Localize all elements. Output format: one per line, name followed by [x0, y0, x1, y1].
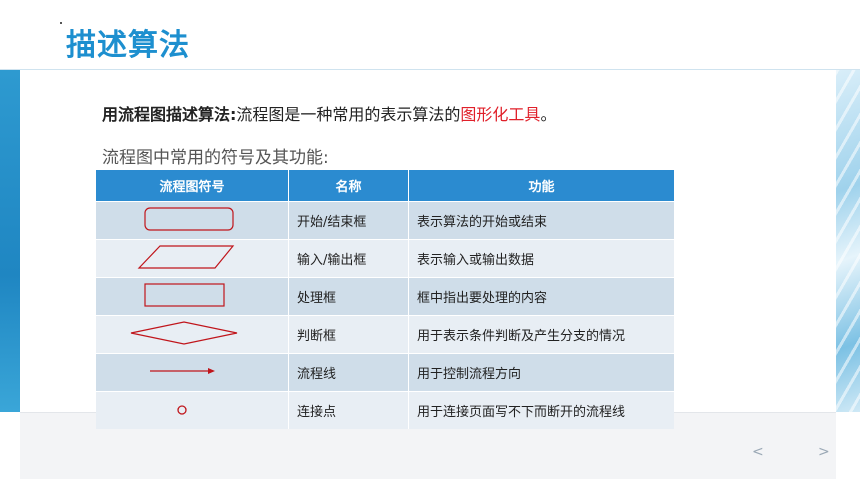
symbol-name: 流程线 — [288, 353, 409, 392]
intro-highlight: 图形化工具 — [460, 105, 541, 124]
process-rectangle-icon — [144, 283, 225, 307]
symbol-function: 框中指出要处理的内容 — [408, 277, 674, 316]
intro-text: 用流程图描述算法:流程图是一种常用的表示算法的图形化工具。 — [102, 101, 556, 125]
header-function: 功能 — [408, 170, 674, 202]
terminal-rounded-rect-icon — [144, 207, 234, 231]
right-decor-band — [836, 70, 860, 412]
header-divider — [0, 69, 860, 70]
decision-diamond-icon — [130, 321, 238, 345]
flowchart-symbol-table: 流程图符号 名称 功能 开始/结束框 表示算法的开始或结束 输入/输出框 表示输… — [96, 170, 674, 429]
symbol-cell — [96, 391, 289, 429]
table-row: 处理框 框中指出要处理的内容 — [96, 277, 674, 316]
intro-normal: 流程图是一种常用的表示算法的 — [236, 105, 461, 124]
header-name: 名称 — [288, 170, 409, 202]
prev-slide-icon[interactable]: < — [752, 444, 764, 460]
table-header-row: 流程图符号 名称 功能 — [96, 170, 674, 202]
header-symbol: 流程图符号 — [96, 170, 289, 202]
symbol-cell — [96, 239, 289, 278]
symbol-function: 用于连接页面写不下而断开的流程线 — [408, 391, 674, 429]
symbol-function: 用于表示条件判断及产生分支的情况 — [408, 315, 674, 354]
symbol-function: 表示输入或输出数据 — [408, 239, 674, 278]
title-mark — [60, 22, 62, 24]
symbol-name: 连接点 — [288, 391, 409, 429]
intro-end: 。 — [540, 105, 557, 124]
io-parallelogram-icon — [137, 245, 235, 269]
next-slide-icon[interactable]: > — [818, 444, 830, 460]
symbol-name: 处理框 — [288, 277, 409, 316]
symbol-function: 表示算法的开始或结束 — [408, 201, 674, 240]
table-row: 连接点 用于连接页面写不下而断开的流程线 — [96, 391, 674, 429]
symbol-function: 用于控制流程方向 — [408, 353, 674, 392]
table-row: 输入/输出框 表示输入或输出数据 — [96, 239, 674, 278]
table-caption: 流程图中常用的符号及其功能: — [102, 148, 329, 168]
table-row: 判断框 用于表示条件判断及产生分支的情况 — [96, 315, 674, 354]
symbol-cell — [96, 277, 289, 316]
flow-arrow-icon — [150, 368, 215, 374]
symbol-cell — [96, 201, 289, 240]
symbol-name: 输入/输出框 — [288, 239, 409, 278]
symbol-name: 开始/结束框 — [288, 201, 409, 240]
symbol-name: 判断框 — [288, 315, 409, 354]
symbol-cell — [96, 315, 289, 354]
connector-circle-icon — [177, 405, 187, 415]
table-row: 开始/结束框 表示算法的开始或结束 — [96, 201, 674, 240]
page-title: 描述算法 — [66, 28, 190, 63]
intro-bold: 用流程图描述算法: — [102, 105, 237, 124]
table-row: 流程线 用于控制流程方向 — [96, 353, 674, 392]
left-decor-band — [0, 70, 20, 412]
symbol-cell — [96, 353, 289, 392]
